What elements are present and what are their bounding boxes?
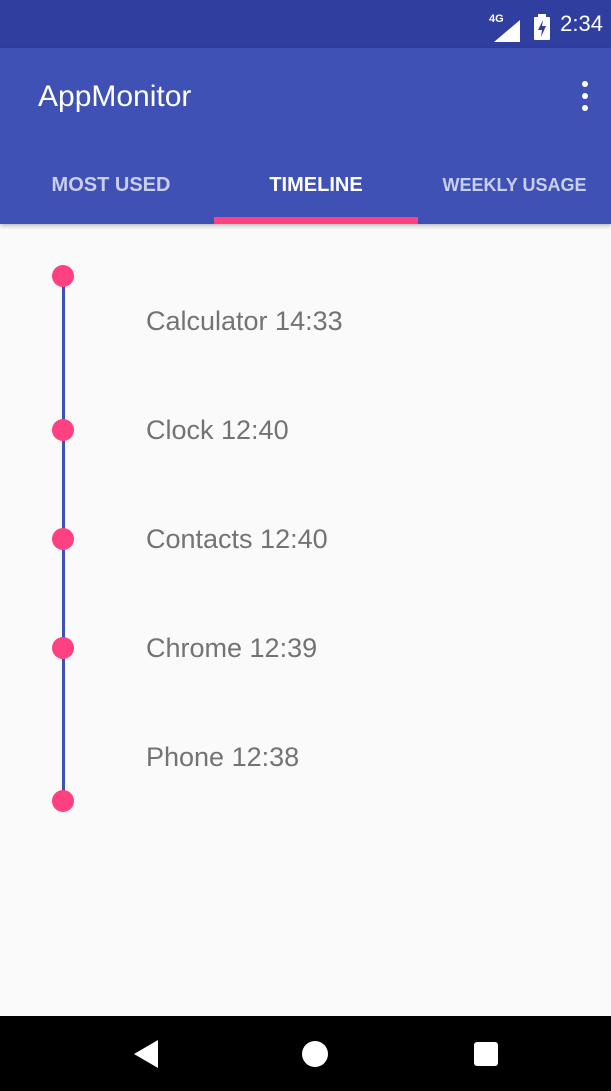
screen: 4G 2:34 AppMonitor MOST USED TIMELINE WE… [0,0,611,1091]
tab-indicator [214,217,418,224]
status-bar: 4G 2:34 [0,0,611,48]
tab-bar: MOST USED TIMELINE WEEKLY USAGE [0,156,611,224]
timeline-entry[interactable]: Contacts 12:40 [146,524,328,555]
timeline-dot [52,419,74,441]
timeline-dot [52,790,74,812]
timeline-dot [52,528,74,550]
tab-most-used[interactable]: MOST USED [0,156,222,224]
timeline-dot [52,265,74,287]
navigation-bar [0,1016,611,1091]
signal-icon [494,20,520,42]
app-bar: AppMonitor MOST USED TIMELINE WEEKLY USA… [0,48,611,224]
overflow-menu-icon[interactable] [575,81,595,111]
timeline: Calculator 14:33 Clock 12:40 Contacts 12… [0,224,611,1016]
recents-icon[interactable] [474,1042,498,1066]
back-icon[interactable] [134,1040,158,1068]
timeline-entry[interactable]: Clock 12:40 [146,415,289,446]
timeline-dot [52,637,74,659]
app-title: AppMonitor [38,80,192,113]
status-time: 2:34 [560,11,603,36]
battery-charging-icon [534,14,550,40]
timeline-entry[interactable]: Phone 12:38 [146,742,299,773]
tab-timeline[interactable]: TIMELINE [214,156,418,224]
tab-weekly-usage[interactable]: WEEKLY USAGE [418,156,611,224]
home-icon[interactable] [302,1041,328,1067]
timeline-entry[interactable]: Chrome 12:39 [146,633,317,664]
timeline-entry[interactable]: Calculator 14:33 [146,306,343,337]
